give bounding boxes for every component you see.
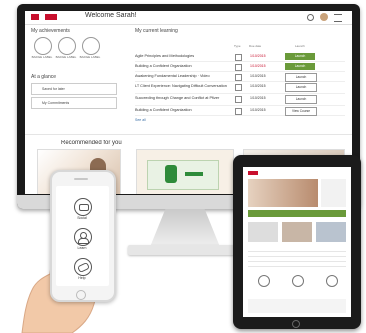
course-title[interactable]: LT Client Experience: Navigating Difficu… [135, 84, 227, 88]
course-title[interactable]: Agile Principles and Methodologies [135, 54, 227, 58]
tablet-hero-image [248, 179, 318, 207]
search-icon[interactable] [307, 14, 314, 21]
course-type-icon [235, 96, 242, 103]
badge-label: BADGE LABEL [55, 55, 77, 59]
course-title[interactable]: Awakening Fundamental Leadership · Video [135, 74, 227, 78]
tablet-text-lines [248, 247, 346, 269]
badge-icon[interactable] [58, 37, 76, 55]
phone-home-button[interactable] [76, 290, 86, 300]
tablet-screen [243, 167, 351, 317]
badge-label: BADGE LABEL [31, 55, 53, 59]
table-row[interactable]: Building a Confident Organization 1/10/2… [135, 62, 345, 72]
recommended-title: Recommended for you [61, 140, 122, 146]
glance-item-commitments[interactable]: My Commitments [31, 97, 117, 109]
tablet-hero-panel [321, 179, 346, 207]
tablet-home-button[interactable] [292, 320, 300, 328]
tablet-card[interactable] [248, 222, 278, 242]
section-divider [25, 134, 352, 135]
avatar[interactable] [320, 13, 328, 21]
view-course-button[interactable]: View Course [285, 107, 317, 116]
tablet-card[interactable] [282, 222, 312, 242]
course-date: 1/10/2015 [250, 96, 266, 100]
launch-button[interactable]: Launch [285, 95, 317, 104]
tablet-icon[interactable] [292, 275, 304, 287]
badge-label: BADGE LABEL [79, 55, 101, 59]
course-date: 1/10/2015 [250, 54, 266, 58]
course-type-icon [235, 74, 242, 81]
tablet-action-bar[interactable] [248, 210, 346, 217]
tablet-icon[interactable] [326, 275, 338, 287]
monitor-stand [150, 209, 220, 247]
course-date: 1/10/2015 [250, 108, 266, 112]
monitor-base [128, 245, 242, 255]
course-type-icon [235, 64, 242, 71]
handset-shape [77, 262, 90, 273]
glance-item-label: My Commitments [42, 101, 70, 105]
course-type-icon [235, 108, 242, 115]
phone-screen: Social Learn Help [56, 186, 109, 286]
menu-icon[interactable] [334, 14, 342, 22]
table-row[interactable]: Awakening Fundamental Leadership · Video… [135, 72, 345, 82]
table-row[interactable]: Building a Confident Organization 1/10/2… [135, 106, 345, 116]
course-title[interactable]: Succeeding through Change and Conflict a… [135, 96, 227, 100]
course-date: 1/10/2015 [250, 84, 266, 88]
person-shape [78, 238, 89, 244]
launch-button[interactable]: Launch [285, 73, 317, 82]
achievements-title: My achievements [31, 28, 70, 34]
column-header: Due date [249, 44, 262, 48]
people-icon[interactable] [74, 228, 92, 246]
recommendation-card[interactable] [136, 149, 234, 194]
course-title[interactable]: Building a Confident Organization [135, 64, 227, 68]
badge-icon[interactable] [82, 37, 100, 55]
top-bar: Welcome Sarah! [25, 11, 352, 25]
current-learning-title: My current learning [135, 28, 178, 34]
table-row[interactable]: Succeeding through Change and Conflict a… [135, 94, 345, 106]
phone-item-label: Help [78, 276, 86, 280]
brand-logo [31, 14, 39, 20]
tablet-logo [248, 171, 258, 175]
tablet-footer [248, 299, 346, 313]
course-type-icon [235, 54, 242, 61]
running-man-icon [165, 165, 177, 183]
phone-item-label: Social [77, 216, 87, 220]
course-date: 1/10/2015 [250, 64, 266, 68]
table-row[interactable]: LT Client Experience: Navigating Difficu… [135, 82, 345, 94]
launch-button[interactable]: Launch [285, 63, 315, 70]
exit-sign-image [147, 160, 219, 190]
course-title[interactable]: Building a Confident Organization [135, 108, 227, 112]
brand-logo-secondary [45, 14, 57, 20]
course-type-icon [235, 84, 242, 91]
chat-bubble [79, 204, 89, 211]
launch-button[interactable]: Launch [285, 53, 315, 60]
tablet-icon[interactable] [258, 275, 270, 287]
welcome-text: Welcome Sarah! [85, 12, 137, 19]
tablet-card[interactable] [316, 222, 346, 242]
table-row[interactable]: Agile Principles and Methodologies 1/10/… [135, 52, 345, 62]
phone-icon[interactable] [74, 258, 92, 276]
column-header: Type [234, 44, 241, 48]
launch-button[interactable]: Launch [285, 83, 317, 92]
phone-item-label: Learn [77, 246, 87, 250]
see-all-link[interactable]: See all [135, 118, 146, 122]
chat-icon[interactable] [74, 198, 92, 216]
badge-icon[interactable] [34, 37, 52, 55]
course-date: 1/10/2015 [250, 74, 266, 78]
phone-speaker [74, 178, 88, 180]
arrow-right-icon [185, 172, 203, 176]
at-a-glance-title: At a glance [31, 74, 57, 80]
column-header: Launch [295, 44, 305, 48]
glance-item-saved[interactable]: Saved for later [31, 83, 117, 95]
glance-item-label: Saved for later [42, 87, 65, 91]
